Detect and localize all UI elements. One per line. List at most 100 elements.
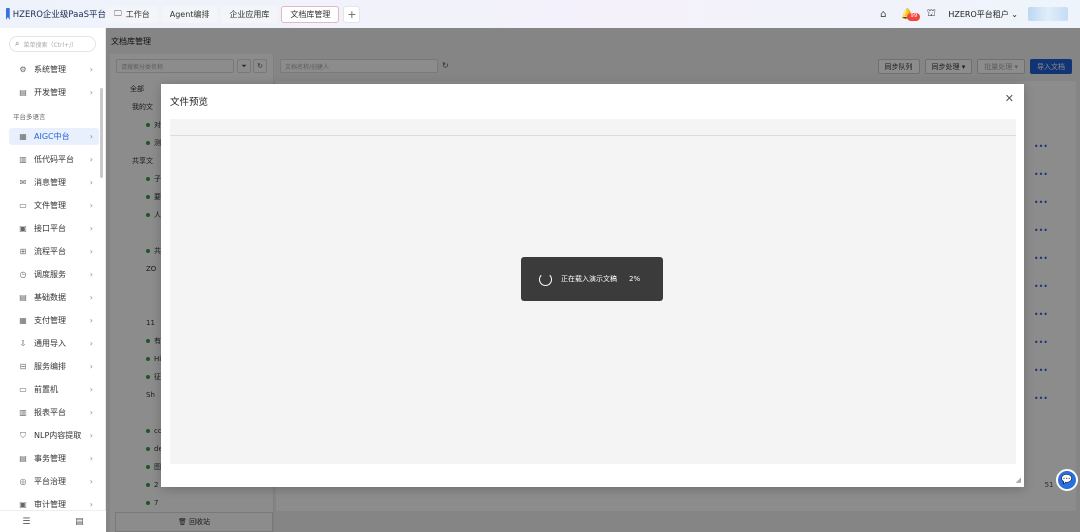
- sidebar-item-lowcode[interactable]: ▥ 低代码平台 ›: [0, 148, 105, 171]
- chat-assistant-button[interactable]: 💬: [1056, 469, 1078, 491]
- sidebar-item-label: 开发管理: [34, 88, 66, 97]
- sidebar-item-transaction[interactable]: ▤ 事务管理 ›: [0, 447, 105, 470]
- flow-icon: ⊞: [19, 247, 27, 256]
- tab-label: 工作台: [125, 9, 150, 19]
- sidebar-item-orchestration[interactable]: ⊟ 服务编排 ›: [0, 355, 105, 378]
- tab-label: 企业应用库: [229, 9, 270, 19]
- chevron-right-icon: ›: [89, 88, 93, 97]
- report-icon: ▥: [19, 408, 27, 417]
- tenant-switcher[interactable]: HZERO平台租户 ⌄: [948, 9, 1018, 20]
- server-icon: ▭: [19, 385, 27, 394]
- menu-search-placeholder: 菜单搜索（Ctrl+/）: [23, 41, 78, 49]
- chevron-right-icon: ›: [89, 155, 93, 164]
- sidebar: ⌕ 菜单搜索（Ctrl+/） ⚙ 系统管理 › ▤ 开发管理 › 平台多语言 ▦ AIGC…: [0, 28, 106, 532]
- chevron-right-icon: ›: [89, 454, 93, 463]
- sidebar-item-system[interactable]: ⚙ 系统管理 ›: [0, 58, 105, 81]
- sidebar-item-label: 接口平台: [34, 224, 66, 233]
- sidebar-item-label: 调度服务: [34, 270, 66, 279]
- sidebar-item-api[interactable]: ▣ 接口平台 ›: [0, 217, 105, 240]
- sidebar-item-label: 文件管理: [34, 201, 66, 210]
- chevron-right-icon: ›: [89, 224, 93, 233]
- avatar[interactable]: [1028, 7, 1068, 21]
- chevron-right-icon: ›: [89, 270, 93, 279]
- orchestration-icon: ⊟: [19, 362, 27, 371]
- sidebar-item-dev[interactable]: ▤ 开发管理 ›: [0, 81, 105, 104]
- sidebar-item-message[interactable]: ✉ 消息管理 ›: [0, 171, 105, 194]
- tab-doc-library[interactable]: 文档库管理: [281, 5, 340, 23]
- sidebar-group-label: 平台多语言: [13, 113, 46, 121]
- tab-workbench[interactable]: 🖵 工作台: [106, 5, 158, 23]
- import-icon: ⇩: [19, 339, 27, 348]
- tenant-icon: ⛫: [926, 7, 936, 19]
- sidebar-item-import[interactable]: ⇩ 通用导入 ›: [0, 332, 105, 355]
- chevron-right-icon: ›: [89, 339, 93, 348]
- spinner-icon: [539, 272, 552, 286]
- chevron-right-icon: ›: [89, 431, 93, 440]
- nlp-icon: ⛉: [20, 430, 26, 440]
- sidebar-item-label: NLP内容提取: [34, 431, 82, 440]
- chevron-right-icon: ›: [89, 408, 93, 417]
- sidebar-item-label: 系统管理: [34, 65, 66, 74]
- app-logo[interactable]: HZERO企业级PaaS平台: [0, 8, 106, 20]
- folder-icon: ▭: [19, 201, 27, 210]
- chevron-right-icon: ›: [89, 477, 93, 486]
- sidebar-item-aigc[interactable]: ▦ AIGC中台 ›: [0, 125, 105, 148]
- sidebar-item-basedata[interactable]: ▤ 基础数据 ›: [0, 286, 105, 309]
- chevron-right-icon: ›: [89, 65, 93, 74]
- tab-agent[interactable]: Agent编排: [161, 5, 218, 23]
- sidebar-item-label: 审计管理: [34, 500, 66, 509]
- sidebar-scrollbar[interactable]: [100, 88, 103, 178]
- loading-indicator: 正在载入演示文稿 2%: [521, 257, 663, 301]
- sidebar-item-schedule[interactable]: ◷ 调度服务 ›: [0, 263, 105, 286]
- chat-icon: 💬: [1061, 475, 1073, 485]
- chevron-right-icon: ›: [89, 500, 93, 509]
- sidebar-item-label: 事务管理: [34, 454, 66, 463]
- chevron-right-icon: ›: [89, 247, 93, 256]
- file-preview-modal: 文件预览 ✕ 正在载入演示文稿 2% ◢: [161, 84, 1024, 487]
- sidebar-item-label: 流程平台: [34, 247, 66, 256]
- tab-bar: 🖵 工作台 Agent编排 企业应用库 文档库管理 +: [106, 0, 361, 28]
- sidebar-item-label: 平台治理: [34, 477, 66, 486]
- chevron-right-icon: ›: [89, 178, 93, 187]
- governance-icon: ◎: [19, 477, 27, 486]
- sidebar-item-label: 支付管理: [34, 316, 66, 325]
- chevron-right-icon: ›: [89, 132, 93, 141]
- sidebar-item-nlp[interactable]: ⛉ NLP内容提取 ›: [0, 424, 105, 447]
- audit-icon: ▣: [19, 500, 27, 509]
- sidebar-item-file[interactable]: ▭ 文件管理 ›: [0, 194, 105, 217]
- add-tab-button[interactable]: +: [343, 5, 361, 23]
- loading-text: 正在载入演示文稿: [561, 275, 617, 283]
- transaction-icon: ▤: [19, 454, 27, 463]
- sidebar-item-payment[interactable]: ▦ 支付管理 ›: [0, 309, 105, 332]
- document-icon[interactable]: ▤: [75, 517, 84, 527]
- sidebar-item-label: AIGC中台: [34, 132, 70, 141]
- sidebar-item-label: 消息管理: [34, 178, 66, 187]
- collapse-menu-icon[interactable]: ☰: [22, 517, 30, 527]
- sidebar-item-label: 低代码平台: [34, 155, 74, 164]
- bell-icon[interactable]: 🔔99: [900, 7, 921, 21]
- menu-search-input[interactable]: ⌕ 菜单搜索（Ctrl+/）: [9, 36, 96, 52]
- sidebar-item-governance[interactable]: ◎ 平台治理 ›: [0, 470, 105, 493]
- payment-icon: ▦: [19, 316, 27, 325]
- monitor-icon: 🖵: [114, 9, 122, 18]
- sidebar-item-label: 前置机: [34, 385, 58, 394]
- home-icon[interactable]: ⌂: [876, 7, 890, 21]
- sidebar-item-label: 服务编排: [34, 362, 66, 371]
- loading-progress: 2%: [629, 275, 641, 283]
- sidebar-item-report[interactable]: ▥ 报表平台 ›: [0, 401, 105, 424]
- sidebar-item-flow[interactable]: ⊞ 流程平台 ›: [0, 240, 105, 263]
- chevron-right-icon: ›: [89, 362, 93, 371]
- app-title: HZERO企业级PaaS平台: [12, 10, 106, 20]
- message-icon: ✉: [19, 178, 27, 187]
- tab-label: 文档库管理: [290, 9, 331, 19]
- close-icon[interactable]: ✕: [1005, 92, 1014, 105]
- sidebar-item-server[interactable]: ▭ 前置机 ›: [0, 378, 105, 401]
- resize-handle-icon[interactable]: ◢: [1016, 476, 1021, 484]
- sidebar-item-label: 通用导入: [34, 339, 66, 348]
- sidebar-item-label: 报表平台: [34, 408, 66, 417]
- logo-icon: [6, 8, 10, 20]
- chevron-right-icon: ›: [89, 385, 93, 394]
- tab-enterprise-apps[interactable]: 企业应用库: [221, 5, 278, 23]
- divider: [170, 135, 1016, 136]
- gear-icon: ⚙: [19, 65, 27, 74]
